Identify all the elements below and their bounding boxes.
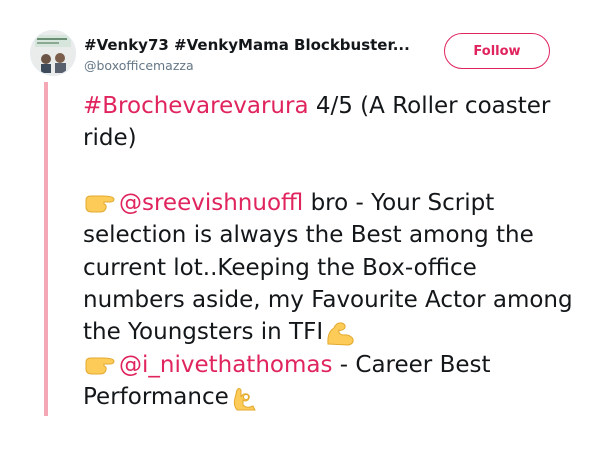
mention-link-2[interactable]: @i_nivethathomas bbox=[119, 352, 332, 378]
thread-line bbox=[44, 82, 48, 416]
follow-button[interactable]: Follow bbox=[444, 33, 550, 69]
tweet-paragraph-3: @i_nivethathomas - Career Best Performan… bbox=[83, 349, 583, 414]
flexed-biceps-icon bbox=[323, 320, 357, 346]
tweet-paragraph-2: @sreevishnuoffl bro - Your Script select… bbox=[83, 187, 583, 349]
tweet-text: #Brochevarevarura 4/5 (A Roller coaster … bbox=[83, 90, 583, 414]
display-name[interactable]: #Venky73 #VenkyMama Blockbuster... bbox=[84, 36, 410, 54]
avatar[interactable] bbox=[30, 30, 76, 76]
hashtag-link[interactable]: #Brochevarevarura bbox=[83, 93, 309, 119]
ok-hand-icon bbox=[229, 385, 263, 411]
user-handle[interactable]: @boxofficemazza bbox=[84, 58, 194, 73]
tweet-paragraph-1: #Brochevarevarura 4/5 (A Roller coaster … bbox=[83, 90, 583, 155]
avatar-image bbox=[31, 31, 75, 75]
backhand-index-pointing-right-icon bbox=[83, 352, 117, 378]
backhand-index-pointing-right-icon bbox=[83, 190, 117, 216]
mention-link-1[interactable]: @sreevishnuoffl bbox=[119, 190, 303, 216]
